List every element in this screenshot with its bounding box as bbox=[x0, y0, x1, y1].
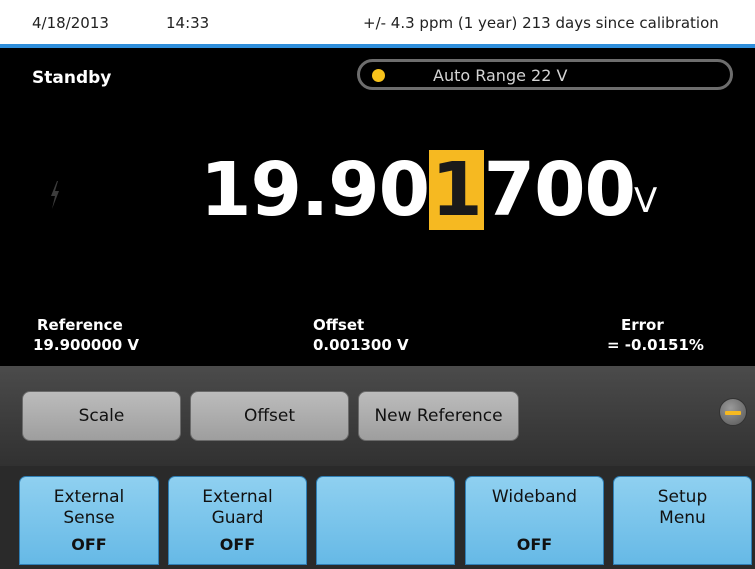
offset-value: 0.001300 V bbox=[313, 336, 409, 354]
reading-prefix: 19.90 bbox=[200, 147, 430, 233]
external-sense-key[interactable]: External Sense OFF bbox=[19, 476, 159, 565]
error-value: = -0.0151% bbox=[607, 336, 704, 354]
offset-button[interactable]: Offset bbox=[190, 391, 349, 441]
setup-menu-key[interactable]: Setup Menu bbox=[613, 476, 752, 565]
offset-label: Offset bbox=[313, 316, 365, 334]
fkey-label: Wideband bbox=[466, 487, 603, 508]
fkey-line2: Menu bbox=[659, 508, 706, 528]
fkey-line1: External bbox=[202, 487, 273, 507]
fkey-line1: Wideband bbox=[491, 487, 578, 507]
wideband-key[interactable]: Wideband OFF bbox=[465, 476, 604, 565]
fkey-line1: External bbox=[53, 487, 125, 507]
status-date: 4/18/2013 bbox=[32, 14, 109, 32]
external-guard-state: OFF bbox=[219, 535, 256, 554]
operating-state: Standby bbox=[32, 68, 112, 88]
fkey-label: External Guard bbox=[169, 487, 306, 529]
range-indicator-dot bbox=[372, 69, 385, 82]
header-divider bbox=[0, 44, 755, 48]
calibration-info: +/- 4.3 ppm (1 year) 213 days since cali… bbox=[363, 14, 719, 32]
error-label: Error bbox=[621, 316, 664, 334]
fkey-label: Setup Menu bbox=[614, 487, 751, 529]
range-selector[interactable]: Auto Range 22 V bbox=[357, 59, 733, 90]
reading-suffix: 700 bbox=[483, 147, 636, 233]
status-time: 14:33 bbox=[166, 14, 210, 32]
reading-unit: V bbox=[634, 181, 658, 221]
blank-function-key[interactable] bbox=[316, 476, 455, 565]
reference-label: Reference bbox=[37, 316, 123, 334]
fkey-label: External Sense bbox=[20, 487, 158, 529]
main-reading: 19.901700 bbox=[200, 147, 636, 233]
wideband-state: OFF bbox=[516, 535, 553, 554]
lightning-bolt-icon bbox=[51, 181, 59, 209]
external-sense-state: OFF bbox=[71, 535, 107, 554]
cursor-digit[interactable]: 1 bbox=[429, 150, 484, 230]
fkey-line1: Setup bbox=[657, 487, 708, 507]
fkey-line2: Guard bbox=[211, 508, 264, 528]
status-bar: 4/18/2013 14:33 +/- 4.3 ppm (1 year) 213… bbox=[0, 0, 755, 44]
range-label: Auto Range 22 V bbox=[433, 66, 568, 85]
external-guard-key[interactable]: External Guard OFF bbox=[168, 476, 307, 565]
minus-icon[interactable] bbox=[719, 398, 747, 426]
fkey-line2: Sense bbox=[63, 508, 115, 528]
scale-button[interactable]: Scale bbox=[22, 391, 181, 441]
reference-value: 19.900000 V bbox=[33, 336, 140, 354]
new-reference-button[interactable]: New Reference bbox=[358, 391, 519, 441]
